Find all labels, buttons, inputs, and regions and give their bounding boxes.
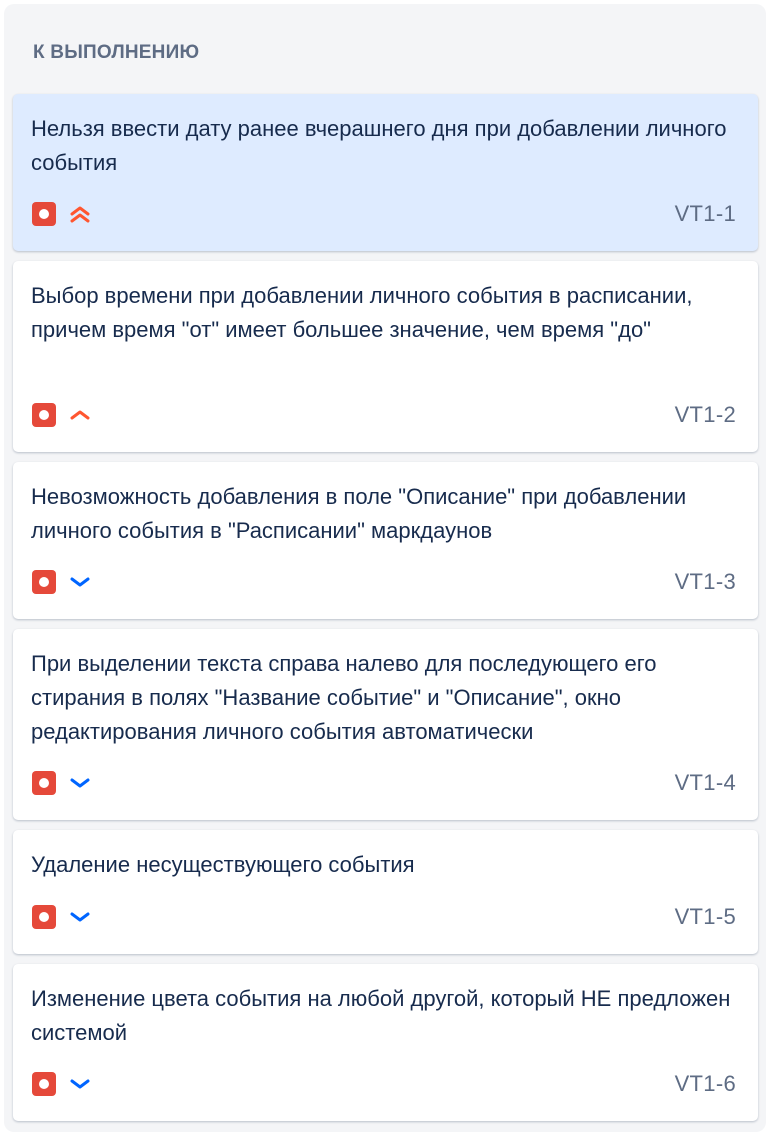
- issue-summary: Невозможность добавления в поле "Описани…: [31, 484, 687, 543]
- issue-card[interactable]: Нельзя ввести дату ранее вчерашнего дня …: [13, 94, 758, 251]
- priority-low-icon: [70, 1079, 90, 1089]
- bug-icon: [32, 1072, 56, 1096]
- issue-key[interactable]: VT1-5: [675, 903, 736, 931]
- issue-key[interactable]: VT1-1: [675, 200, 736, 228]
- issue-card[interactable]: Удаление несуществующего события VT1-5: [13, 830, 758, 954]
- issue-card-footer: VT1-4: [31, 769, 736, 797]
- priority-highest-icon: [70, 206, 90, 223]
- bug-icon: [32, 202, 56, 226]
- issue-key[interactable]: VT1-2: [675, 401, 736, 429]
- issue-card-footer: VT1-5: [31, 903, 736, 931]
- issue-key[interactable]: VT1-6: [675, 1070, 736, 1098]
- priority-low-icon: [70, 912, 90, 922]
- bug-icon: [32, 570, 56, 594]
- bug-icon: [32, 771, 56, 795]
- issue-card-footer: VT1-1: [31, 200, 736, 228]
- issue-card-footer: VT1-6: [31, 1070, 736, 1098]
- issue-card[interactable]: При выделении текста справа налево для п…: [13, 629, 758, 820]
- issue-summary: При выделении текста справа налево для п…: [31, 651, 657, 744]
- issue-summary: Выбор времени при добавлении личного соб…: [31, 283, 693, 342]
- issue-card-footer: VT1-2: [31, 401, 736, 429]
- issue-summary: Нельзя ввести дату ранее вчерашнего дня …: [31, 116, 727, 175]
- column-title: К ВЫПОЛНЕНИЮ: [33, 42, 200, 63]
- priority-low-icon: [70, 778, 90, 788]
- bug-icon: [32, 905, 56, 929]
- issue-card[interactable]: Невозможность добавления в поле "Описани…: [13, 462, 758, 619]
- issue-summary: Удаление несуществующего события: [31, 852, 415, 877]
- issue-card[interactable]: Выбор времени при добавлении личного соб…: [13, 261, 758, 452]
- bug-icon: [32, 403, 56, 427]
- issue-key[interactable]: VT1-3: [675, 568, 736, 596]
- issue-key[interactable]: VT1-4: [675, 769, 736, 797]
- board-column-todo: К ВЫПОЛНЕНИЮ Нельзя ввести дату ранее вч…: [4, 4, 766, 1132]
- issue-card-footer: VT1-3: [31, 568, 736, 596]
- issue-card[interactable]: Изменение цвета события на любой другой,…: [13, 964, 758, 1121]
- issue-summary: Изменение цвета события на любой другой,…: [31, 986, 731, 1045]
- priority-low-icon: [70, 577, 90, 587]
- priority-high-icon: [70, 410, 90, 420]
